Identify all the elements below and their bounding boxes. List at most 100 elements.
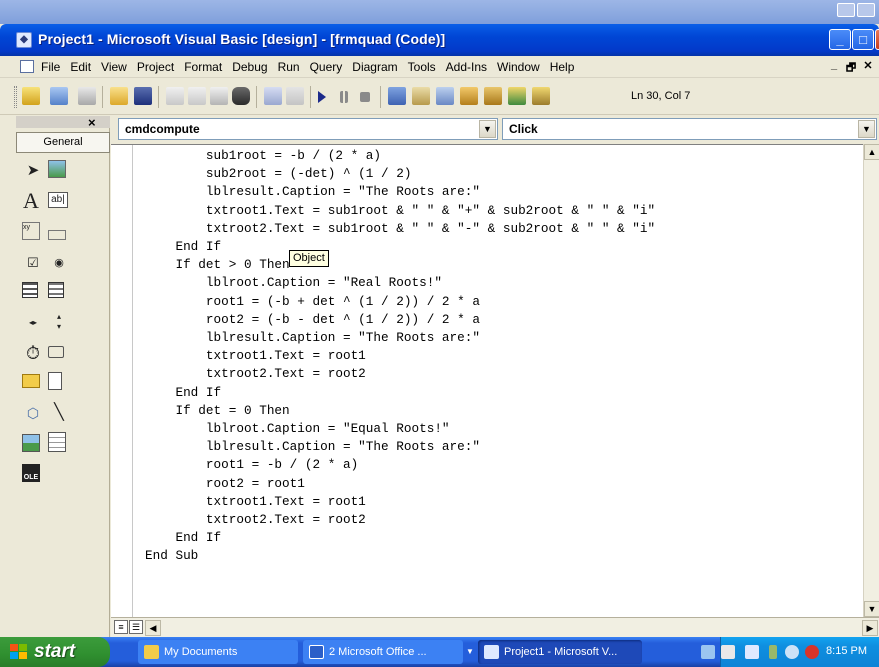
checkbox-icon[interactable]: ☑ xyxy=(22,252,44,274)
mdi-minimize-button[interactable]: _ xyxy=(827,59,841,78)
vscrollbar-icon[interactable]: ▴ ▾ xyxy=(48,312,70,334)
commandbutton-icon[interactable] xyxy=(48,230,66,240)
code-line[interactable]: End If xyxy=(145,529,655,547)
object-combo-arrow-icon[interactable]: ▼ xyxy=(479,120,496,138)
network-icon[interactable] xyxy=(785,645,799,659)
menu-editor-icon[interactable] xyxy=(78,87,96,105)
procedure-combo[interactable]: Click ▼ xyxy=(502,118,877,140)
code-line[interactable]: End If xyxy=(145,384,655,402)
scroll-left-icon[interactable]: ◀ xyxy=(145,620,161,636)
paste-icon[interactable] xyxy=(210,87,228,105)
menu-debug[interactable]: Debug xyxy=(227,60,272,74)
stop-icon[interactable] xyxy=(360,92,370,102)
break-icon[interactable] xyxy=(340,91,348,103)
frame-icon[interactable]: xy xyxy=(22,222,40,240)
hscrollbar-icon[interactable]: ◂▸ xyxy=(22,312,44,334)
horizontal-scrollbar[interactable]: ≡ ☰ ◀ ▶ xyxy=(111,617,879,637)
code-line[interactable]: sub2root = (-det) ^ (1 / 2) xyxy=(145,165,655,183)
listbox-icon[interactable] xyxy=(48,282,64,298)
filelistbox-icon[interactable] xyxy=(48,372,62,390)
task-microsoft-office[interactable]: 2 Microsoft Office ... xyxy=(303,640,463,664)
code-line[interactable]: txtroot2.Text = root2 xyxy=(145,511,655,529)
code-line[interactable]: lblresult.Caption = "The Roots are:" xyxy=(145,438,655,456)
security-alert-icon[interactable] xyxy=(805,645,819,659)
code-line[interactable]: End Sub xyxy=(145,547,655,565)
textbox-icon[interactable]: ab| xyxy=(48,192,68,208)
run-icon[interactable] xyxy=(318,91,326,103)
toolbar-grip[interactable] xyxy=(14,86,17,108)
timer-icon[interactable]: ⏱ xyxy=(22,342,44,364)
code-line[interactable]: root2 = root1 xyxy=(145,475,655,493)
line-icon[interactable]: ╲ xyxy=(48,402,70,424)
task-group-arrow-icon[interactable]: ▼ xyxy=(466,647,474,656)
code-line[interactable]: lblroot.Caption = "Real Roots!" xyxy=(145,274,655,292)
toolbox-icon[interactable] xyxy=(484,87,502,105)
vertical-scrollbar[interactable]: ▲ ▼ xyxy=(863,144,879,617)
properties-icon[interactable] xyxy=(412,87,430,105)
procedure-combo-arrow-icon[interactable]: ▼ xyxy=(858,120,875,138)
optionbutton-icon[interactable]: ◉ xyxy=(48,252,70,274)
save-icon[interactable] xyxy=(134,87,152,105)
menu-edit[interactable]: Edit xyxy=(65,60,96,74)
menu-help[interactable]: Help xyxy=(545,60,580,74)
shape-icon[interactable]: ⬡ xyxy=(22,402,44,424)
project-explorer-icon[interactable] xyxy=(388,87,406,105)
add-project-icon[interactable] xyxy=(22,87,40,105)
mdi-restore-button[interactable]: 🗗 xyxy=(844,59,858,78)
scroll-up-icon[interactable]: ▲ xyxy=(864,144,879,160)
find-icon[interactable] xyxy=(232,87,250,105)
maximize-button[interactable]: □ xyxy=(852,29,874,50)
menu-format[interactable]: Format xyxy=(179,60,227,74)
code-line[interactable]: If det > 0 Then xyxy=(145,256,655,274)
component-manager-icon[interactable] xyxy=(532,87,550,105)
task-my-documents[interactable]: My Documents xyxy=(138,640,298,664)
dirlistbox-icon[interactable] xyxy=(22,374,40,388)
code-line[interactable]: If det = 0 Then xyxy=(145,402,655,420)
code-margin[interactable] xyxy=(111,145,133,617)
code-line[interactable]: root1 = (-b + det ^ (1 / 2)) / 2 * a xyxy=(145,293,655,311)
menu-view[interactable]: View xyxy=(96,60,132,74)
menu-diagram[interactable]: Diagram xyxy=(347,60,402,74)
code-line[interactable]: End If xyxy=(145,238,655,256)
task-project1-vb[interactable]: Project1 - Microsoft V... xyxy=(478,640,642,664)
object-combo[interactable]: cmdcompute ▼ xyxy=(118,118,498,140)
full-module-view-icon[interactable]: ☰ xyxy=(129,620,143,634)
code-line[interactable]: sub1root = -b / (2 * a) xyxy=(145,147,655,165)
wrench-icon[interactable] xyxy=(701,645,715,659)
code-line[interactable]: txtroot1.Text = root1 xyxy=(145,347,655,365)
code-line[interactable]: txtroot2.Text = sub1root & " " & "-" & s… xyxy=(145,220,655,238)
undo-icon[interactable] xyxy=(264,87,282,105)
code-editor[interactable]: sub1root = -b / (2 * a) sub2root = (-det… xyxy=(111,144,863,617)
menu-add-ins[interactable]: Add-Ins xyxy=(441,60,492,74)
code-line[interactable]: txtroot1.Text = sub1root & " " & "+" & s… xyxy=(145,202,655,220)
code-line[interactable]: lblresult.Caption = "The Roots are:" xyxy=(145,183,655,201)
scroll-down-icon[interactable]: ▼ xyxy=(864,601,879,617)
combobox-icon[interactable] xyxy=(22,282,38,298)
code-line[interactable]: lblresult.Caption = "The Roots are:" xyxy=(145,329,655,347)
mdi-close-button[interactable]: ✕ xyxy=(861,59,875,78)
code-text[interactable]: sub1root = -b / (2 * a) sub2root = (-det… xyxy=(145,147,655,566)
label-icon[interactable]: A xyxy=(20,190,42,212)
open-icon[interactable] xyxy=(110,87,128,105)
code-line[interactable]: txtroot2.Text = root2 xyxy=(145,365,655,383)
data-icon[interactable] xyxy=(48,432,66,452)
code-line[interactable]: root2 = (-b - det ^ (1 / 2)) / 2 * a xyxy=(145,311,655,329)
copy-icon[interactable] xyxy=(188,87,206,105)
minimize-button[interactable]: _ xyxy=(829,29,851,50)
add-form-icon[interactable] xyxy=(50,87,68,105)
form-layout-icon[interactable] xyxy=(436,87,454,105)
menu-query[interactable]: Query xyxy=(305,60,348,74)
toolbox-close-button[interactable]: × xyxy=(88,115,96,130)
data-view-icon[interactable] xyxy=(508,87,526,105)
object-browser-icon[interactable] xyxy=(460,87,478,105)
picturebox-icon[interactable] xyxy=(48,160,66,178)
vb-app-icon[interactable]: ◆ xyxy=(16,32,32,48)
menu-file[interactable]: File xyxy=(36,60,65,74)
connection-icon[interactable] xyxy=(769,645,777,659)
code-line[interactable]: txtroot1.Text = root1 xyxy=(145,493,655,511)
image-icon[interactable] xyxy=(22,434,40,452)
close-button[interactable]: ✕ xyxy=(875,29,879,50)
drivelistbox-icon[interactable] xyxy=(48,346,64,358)
start-button[interactable]: start xyxy=(0,637,110,667)
toolbox-tab-general[interactable]: General xyxy=(16,132,110,153)
